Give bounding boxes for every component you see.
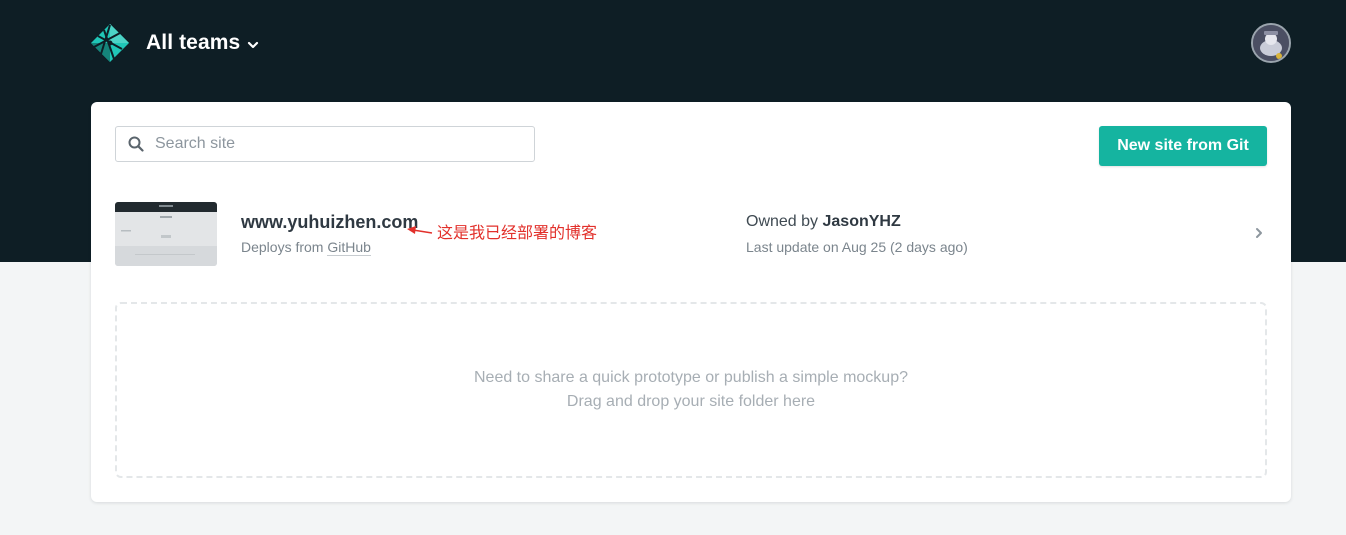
search-icon <box>128 136 144 152</box>
annotation: 这是我已经部署的博客 <box>407 220 597 242</box>
deploy-source: Deploys from GitHub <box>241 239 371 256</box>
sites-card: New site from Git www.yuhuizhen.com Depl… <box>91 102 1291 502</box>
chevron-down-icon <box>248 41 259 49</box>
dropzone-line1: Need to share a quick prototype or publi… <box>473 369 908 386</box>
new-site-from-git-button[interactable]: New site from Git <box>1099 126 1267 166</box>
netlify-logo-icon <box>91 24 129 62</box>
search-input[interactable] <box>153 128 517 160</box>
deploy-source-prefix: Deploys from <box>241 239 324 255</box>
owner-name: JasonYHZ <box>822 213 901 230</box>
team-selector[interactable]: All teams <box>90 22 259 64</box>
chevron-right-icon <box>1256 228 1262 238</box>
annotation-text: 这是我已经部署的博客 <box>437 223 598 242</box>
site-list-item[interactable]: www.yuhuizhen.com Deploys from GitHub Ow… <box>115 200 1267 266</box>
drag-drop-zone[interactable]: Need to share a quick prototype or publi… <box>115 302 1267 478</box>
search-field[interactable] <box>115 126 535 162</box>
site-name[interactable]: www.yuhuizhen.com <box>241 212 418 233</box>
user-avatar[interactable] <box>1251 23 1291 63</box>
last-update: Last update on Aug 25 (2 days ago) <box>746 239 968 255</box>
dropzone-line2: Drag and drop your site folder here <box>566 393 816 410</box>
owner-prefix: Owned by <box>746 213 819 230</box>
github-link[interactable]: GitHub <box>327 239 371 256</box>
avatar-image <box>1253 25 1289 61</box>
site-thumbnail <box>115 202 217 266</box>
site-owner: Owned by JasonYHZ <box>746 213 901 231</box>
team-selector-label: All teams <box>146 31 241 54</box>
red-arrow-icon <box>407 226 433 234</box>
